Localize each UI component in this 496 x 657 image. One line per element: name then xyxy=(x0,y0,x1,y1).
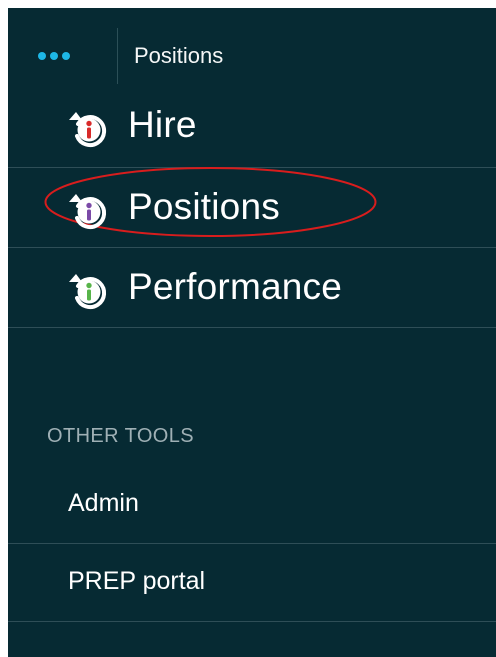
nav-item-positions[interactable]: Positions xyxy=(8,167,496,248)
product-nav: Hire Positions Performance xyxy=(8,86,496,328)
dot xyxy=(50,52,58,60)
page-title: Positions xyxy=(134,43,224,68)
tool-item-label: PREP portal xyxy=(68,567,206,595)
tool-item-prep-portal[interactable]: PREP portal xyxy=(8,544,496,622)
tool-item-label: Admin xyxy=(68,489,139,517)
nav-item-performance[interactable]: Performance xyxy=(8,248,496,328)
dot xyxy=(62,52,70,60)
nav-item-label: Hire xyxy=(128,104,197,145)
refresh-person-icon xyxy=(69,112,107,147)
other-tools-heading: OTHER TOOLS xyxy=(47,425,195,447)
top-bar: Positions xyxy=(8,8,496,84)
navigation-panel: Positions Hire Positions Performance OTH… xyxy=(8,8,496,657)
divider xyxy=(117,28,118,84)
dot xyxy=(38,52,46,60)
refresh-person-icon xyxy=(69,274,107,309)
nav-item-label: Performance xyxy=(128,266,343,307)
more-dots-icon[interactable] xyxy=(38,52,70,60)
other-tools-list: Admin PREP portal xyxy=(8,466,496,622)
refresh-person-icon xyxy=(69,194,107,229)
nav-item-label: Positions xyxy=(128,186,280,227)
nav-item-hire[interactable]: Hire xyxy=(8,86,496,168)
tool-item-admin[interactable]: Admin xyxy=(8,466,496,544)
